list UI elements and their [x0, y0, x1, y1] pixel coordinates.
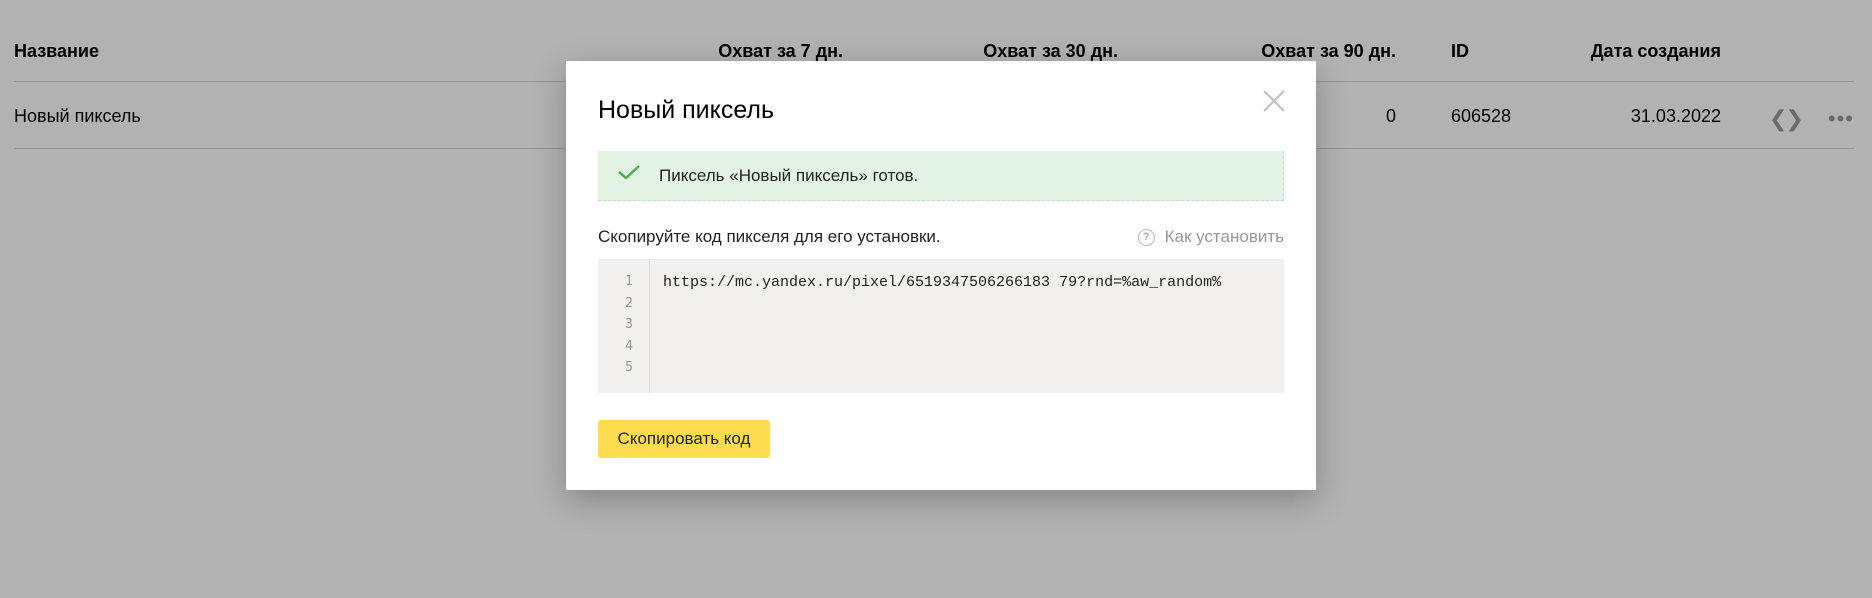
copy-hint: Скопируйте код пикселя для его установки… [598, 227, 941, 246]
question-icon: ? [1137, 228, 1155, 246]
checkmark-icon [618, 165, 640, 179]
close-icon[interactable] [1262, 89, 1286, 113]
new-pixel-modal: Новый пиксель Пиксель «Новый пиксель» го… [566, 61, 1316, 490]
howto-label[interactable]: Как установить [1165, 227, 1284, 247]
modal-title: Новый пиксель [598, 96, 775, 124]
success-message-box: Пиксель «Новый пиксель» готов. [598, 151, 1284, 201]
line-number: 3 [625, 317, 633, 332]
line-number: 4 [625, 338, 633, 354]
line-number: 1 [625, 274, 633, 289]
line-number: 2 [625, 295, 633, 311]
copy-code-button[interactable]: Скопировать код [598, 420, 770, 458]
success-text: Пиксель «Новый пиксель» готов. [659, 166, 919, 185]
howto-link[interactable]: ? Как установить [1137, 227, 1284, 247]
line-numbers: 1 2 3 4 5 [598, 259, 650, 393]
pixel-code-line[interactable]: https://mc.yandex.ru/pixel/6519347506266… [663, 274, 1221, 291]
code-editor[interactable]: 1 2 3 4 5 https://mc.yandex.ru/pixel/651… [598, 259, 1284, 393]
line-number: 5 [625, 360, 633, 375]
